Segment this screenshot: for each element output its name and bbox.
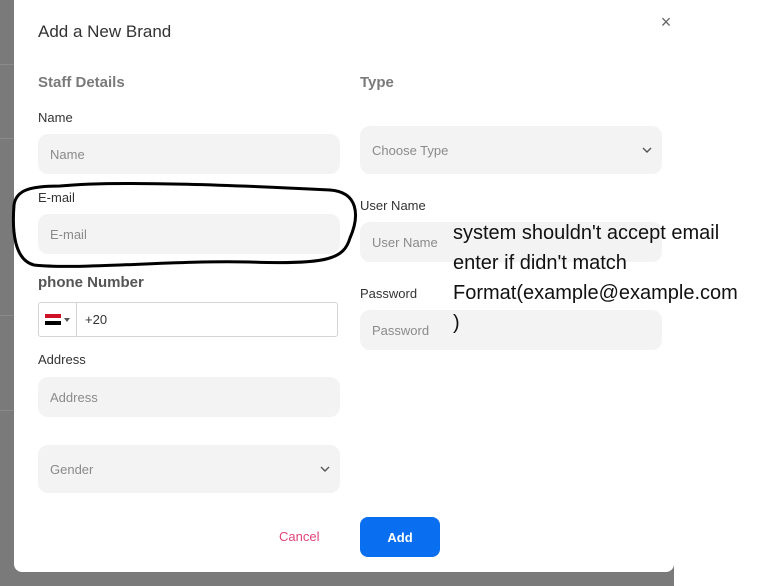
egypt-flag-icon bbox=[45, 314, 61, 326]
gender-select[interactable]: Gender bbox=[38, 445, 340, 493]
phone-number-label: phone Number bbox=[38, 274, 144, 291]
annotation-line: enter if didn't match bbox=[453, 252, 627, 274]
email-input[interactable] bbox=[38, 214, 340, 254]
caret-down-icon bbox=[64, 317, 70, 322]
close-icon[interactable]: × bbox=[656, 12, 676, 32]
annotation-line: Format(example@example.com bbox=[453, 282, 738, 304]
annotation-line: system shouldn't accept email bbox=[453, 222, 720, 244]
country-code-selector[interactable] bbox=[39, 303, 77, 336]
phone-number-input[interactable] bbox=[77, 303, 337, 336]
add-button[interactable]: Add bbox=[360, 517, 440, 557]
username-label: User Name bbox=[360, 198, 426, 213]
phone-number-field bbox=[38, 302, 338, 337]
email-label: E-mail bbox=[38, 190, 75, 205]
chevron-down-icon bbox=[642, 146, 652, 154]
password-label: Password bbox=[360, 286, 418, 301]
type-select-value: Choose Type bbox=[372, 142, 449, 158]
modal-title: Add a New Brand bbox=[38, 22, 172, 41]
name-input[interactable] bbox=[38, 134, 340, 174]
annotation-note: system shouldn't accept email enter if d… bbox=[453, 218, 758, 338]
cancel-button[interactable]: Cancel bbox=[279, 529, 319, 544]
type-heading: Type bbox=[360, 74, 394, 91]
chevron-down-icon bbox=[320, 465, 330, 473]
annotation-line: ) bbox=[453, 312, 460, 334]
name-label: Name bbox=[38, 110, 73, 125]
address-label: Address bbox=[38, 352, 86, 367]
staff-details-heading: Staff Details bbox=[38, 74, 125, 91]
address-input[interactable] bbox=[38, 377, 340, 417]
gender-select-value: Gender bbox=[50, 461, 94, 477]
type-select[interactable]: Choose Type bbox=[360, 126, 662, 174]
